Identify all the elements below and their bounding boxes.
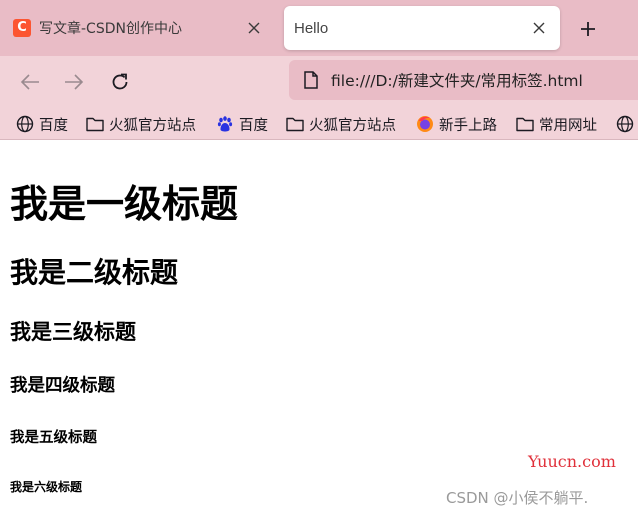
heading-level-6: 我是六级标题 xyxy=(10,480,83,494)
tab-strip: C 写文章-CSDN创作中心 Hello xyxy=(0,0,638,56)
tab-hello[interactable]: Hello xyxy=(284,6,560,50)
tab-csdn-editor[interactable]: C 写文章-CSDN创作中心 xyxy=(5,6,275,50)
heading-level-5: 我是五级标题 xyxy=(10,430,97,446)
heading-level-4: 我是四级标题 xyxy=(10,376,115,396)
reload-button[interactable] xyxy=(106,68,134,96)
heading-level-1: 我是一级标题 xyxy=(10,182,239,226)
arrow-left-icon xyxy=(20,74,39,90)
tab-title: 写文章-CSDN创作中心 xyxy=(39,21,182,37)
bookmark-firefox-official[interactable]: 火狐官方站点 xyxy=(86,112,196,136)
url-bar[interactable]: file:///D:/新建文件夹/常用标签.html xyxy=(289,60,638,100)
yuucn-watermark: Yuucn.com xyxy=(528,452,616,471)
bookmarks-toolbar: 百度 火狐官方站点 百度 火狐官方站点 新手上路 常用网址 xyxy=(0,108,638,140)
bookmark-label: 常用网址 xyxy=(539,117,597,134)
url-text: file:///D:/新建文件夹/常用标签.html xyxy=(331,72,583,90)
reload-icon xyxy=(112,73,128,90)
folder-icon xyxy=(86,115,104,133)
close-tab-icon[interactable] xyxy=(243,17,265,39)
bookmark-label: 新手上路 xyxy=(439,117,497,134)
globe-icon xyxy=(616,115,634,133)
forward-button[interactable] xyxy=(60,68,88,96)
bookmark-label: 百度 xyxy=(239,117,268,134)
bookmark-getting-started[interactable]: 新手上路 xyxy=(416,112,497,136)
bookmark-baidu-paw[interactable]: 百度 xyxy=(216,112,268,136)
plus-icon xyxy=(581,22,595,36)
folder-icon xyxy=(516,115,534,133)
csdn-watermark: CSDN @小侯不躺平. xyxy=(446,489,589,507)
bookmark-label: 百度 xyxy=(39,117,68,134)
back-button[interactable] xyxy=(16,68,44,96)
navigation-toolbar: file:///D:/新建文件夹/常用标签.html xyxy=(0,56,638,108)
bookmark-more[interactable] xyxy=(616,112,638,136)
bookmark-label: 火狐官方站点 xyxy=(109,117,196,134)
close-tab-icon[interactable] xyxy=(528,17,550,39)
heading-level-2: 我是二级标题 xyxy=(10,256,179,289)
baidu-paw-icon xyxy=(216,115,234,133)
firefox-icon xyxy=(416,115,434,133)
new-tab-button[interactable] xyxy=(574,15,602,43)
page-icon xyxy=(304,71,318,89)
bookmark-firefox-official-2[interactable]: 火狐官方站点 xyxy=(286,112,396,136)
bookmark-common-sites[interactable]: 常用网址 xyxy=(516,112,597,136)
heading-level-3: 我是三级标题 xyxy=(10,320,136,344)
folder-icon xyxy=(286,115,304,133)
globe-icon xyxy=(16,115,34,133)
bookmark-baidu[interactable]: 百度 xyxy=(16,112,68,136)
csdn-favicon-icon: C xyxy=(13,19,31,37)
bookmark-label: 火狐官方站点 xyxy=(309,117,396,134)
tab-title: Hello xyxy=(294,19,329,37)
arrow-right-icon xyxy=(65,74,84,90)
